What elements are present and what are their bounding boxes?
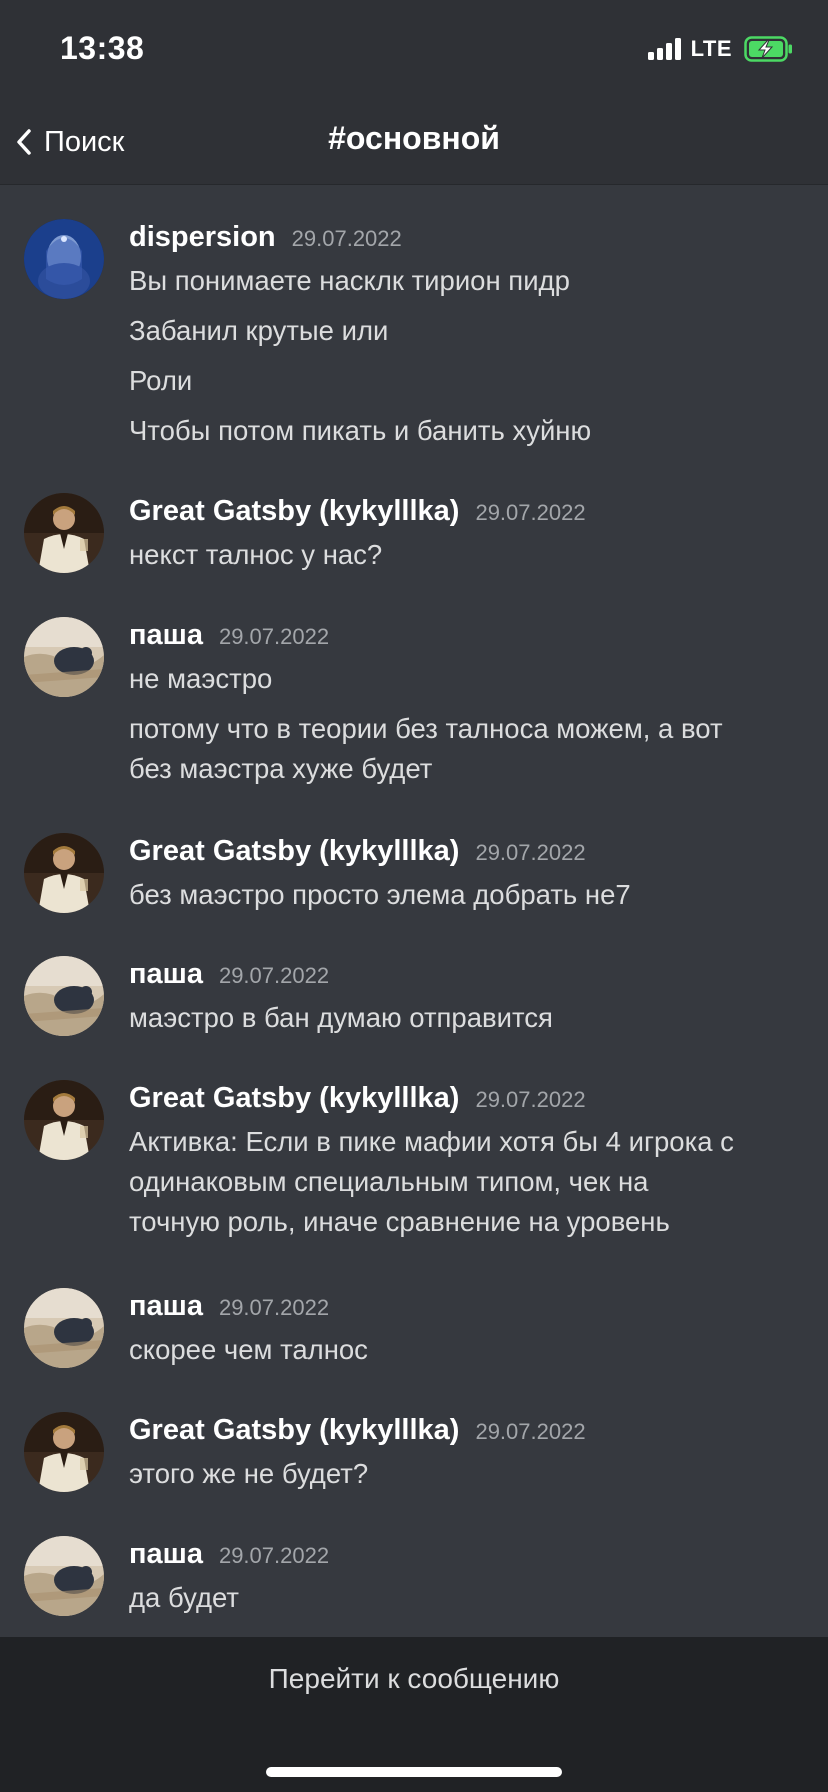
author-name[interactable]: паша — [129, 1538, 203, 1571]
author-name[interactable]: паша — [129, 619, 203, 652]
status-icons: LTE — [647, 36, 794, 62]
message-text: да будет — [129, 1582, 239, 1613]
channel-header: Поиск #основной — [0, 100, 828, 185]
status-bar: 13:38 LTE — [0, 0, 828, 100]
message-body: этого же не будет? — [129, 1454, 799, 1494]
author-name[interactable]: Great Gatsby (kykylllka) — [129, 1414, 459, 1447]
message-list[interactable]: dispersion 29.07.2022 Вы понимаете наскл… — [0, 185, 828, 1637]
message-text: Роли — [129, 365, 193, 396]
status-time: 13:38 — [60, 30, 145, 66]
avatar-icon[interactable] — [24, 956, 104, 1036]
message-header: Great Gatsby (kykylllka) 29.07.2022 — [129, 835, 586, 875]
channel-title: #основной — [328, 120, 500, 156]
avatar-icon[interactable] — [24, 1412, 104, 1492]
author-name[interactable]: Great Gatsby (kykylllka) — [129, 835, 459, 868]
message-timestamp: 29.07.2022 — [218, 963, 330, 988]
avatar-icon[interactable] — [24, 1080, 104, 1160]
avatar-icon[interactable] — [24, 219, 104, 299]
avatar-icon[interactable] — [24, 833, 104, 913]
jump-to-message-button[interactable]: Перейти к сообщению — [0, 1663, 828, 1695]
message-body: скорее чем талнос — [129, 1330, 799, 1370]
avatar-icon[interactable] — [24, 1536, 104, 1616]
message-header: Great Gatsby (kykylllka) 29.07.2022 — [129, 1082, 586, 1122]
message-text: точную роль, иначе сравнение на уровень — [129, 1206, 670, 1237]
message-header: паша 29.07.2022 — [129, 1290, 329, 1330]
message-text: не маэстро — [129, 663, 273, 694]
author-name[interactable]: паша — [129, 1290, 203, 1323]
message-text: потому что в теории без талноса можем, а… — [129, 713, 723, 744]
jump-bar: Перейти к сообщению — [0, 1637, 828, 1792]
author-name[interactable]: dispersion — [129, 221, 276, 254]
message-header: Great Gatsby (kykylllka) 29.07.2022 — [129, 1414, 586, 1454]
message-body: Вы понимаете насклк тирион пидр Забанил … — [129, 261, 799, 451]
message-header: паша 29.07.2022 — [129, 958, 329, 998]
message-body: маэстро в бан думаю отправится — [129, 998, 799, 1038]
message-body: некст талнос у нас? — [129, 535, 799, 575]
message-timestamp: 29.07.2022 — [218, 1543, 330, 1568]
avatar-icon[interactable] — [24, 617, 104, 697]
message-text: Чтобы потом пикать и банить хуйню — [129, 415, 592, 446]
message-body: без маэстро просто элема добрать не7 — [129, 875, 799, 915]
message-text: некст талнос у нас? — [129, 539, 383, 570]
author-name[interactable]: паша — [129, 958, 203, 991]
message-body: Активка: Если в пике мафии хотя бы 4 игр… — [129, 1122, 799, 1242]
message-text: этого же не будет? — [129, 1458, 369, 1489]
message-timestamp: 29.07.2022 — [475, 1419, 586, 1444]
message-header: dispersion 29.07.2022 — [129, 221, 402, 261]
battery-charging-icon — [744, 36, 792, 62]
message-text: скорее чем талнос — [129, 1334, 368, 1365]
message-text: без маэстро просто элема добрать не7 — [129, 879, 631, 910]
author-name[interactable]: Great Gatsby (kykylllka) — [129, 495, 459, 528]
message-header: Great Gatsby (kykylllka) 29.07.2022 — [129, 495, 586, 535]
message-timestamp: 29.07.2022 — [218, 1295, 330, 1320]
message-body: не маэстро потому что в теории без тално… — [129, 659, 799, 789]
avatar-icon[interactable] — [24, 1288, 104, 1368]
message-timestamp: 29.07.2022 — [218, 624, 330, 649]
avatar-icon[interactable] — [24, 493, 104, 573]
message-text: Вы понимаете насклк тирион пидр — [129, 265, 570, 296]
message-timestamp: 29.07.2022 — [475, 500, 586, 525]
message-header: паша 29.07.2022 — [129, 1538, 329, 1578]
signal-icon — [647, 38, 681, 60]
message-timestamp: 29.07.2022 — [291, 226, 402, 251]
message-header: паша 29.07.2022 — [129, 619, 329, 659]
message-timestamp: 29.07.2022 — [475, 840, 586, 865]
message-text: Активка: Если в пике мафии хотя бы 4 игр… — [129, 1126, 734, 1157]
message-text: одинаковым специальным типом, чек на — [129, 1166, 649, 1197]
message-timestamp: 29.07.2022 — [475, 1087, 586, 1112]
network-label: LTE — [690, 36, 732, 61]
message-text: без маэстра хуже будет — [129, 753, 433, 784]
message-text: маэстро в бан думаю отправится — [129, 1002, 553, 1033]
author-name[interactable]: Great Gatsby (kykylllka) — [129, 1082, 459, 1115]
message-body: да будет — [129, 1578, 799, 1618]
home-indicator[interactable] — [266, 1767, 562, 1777]
chat-screen: 13:38 LTE Поиск #основной dispersion 29.… — [0, 0, 828, 1792]
message-text: Забанил крутые или — [129, 315, 389, 346]
